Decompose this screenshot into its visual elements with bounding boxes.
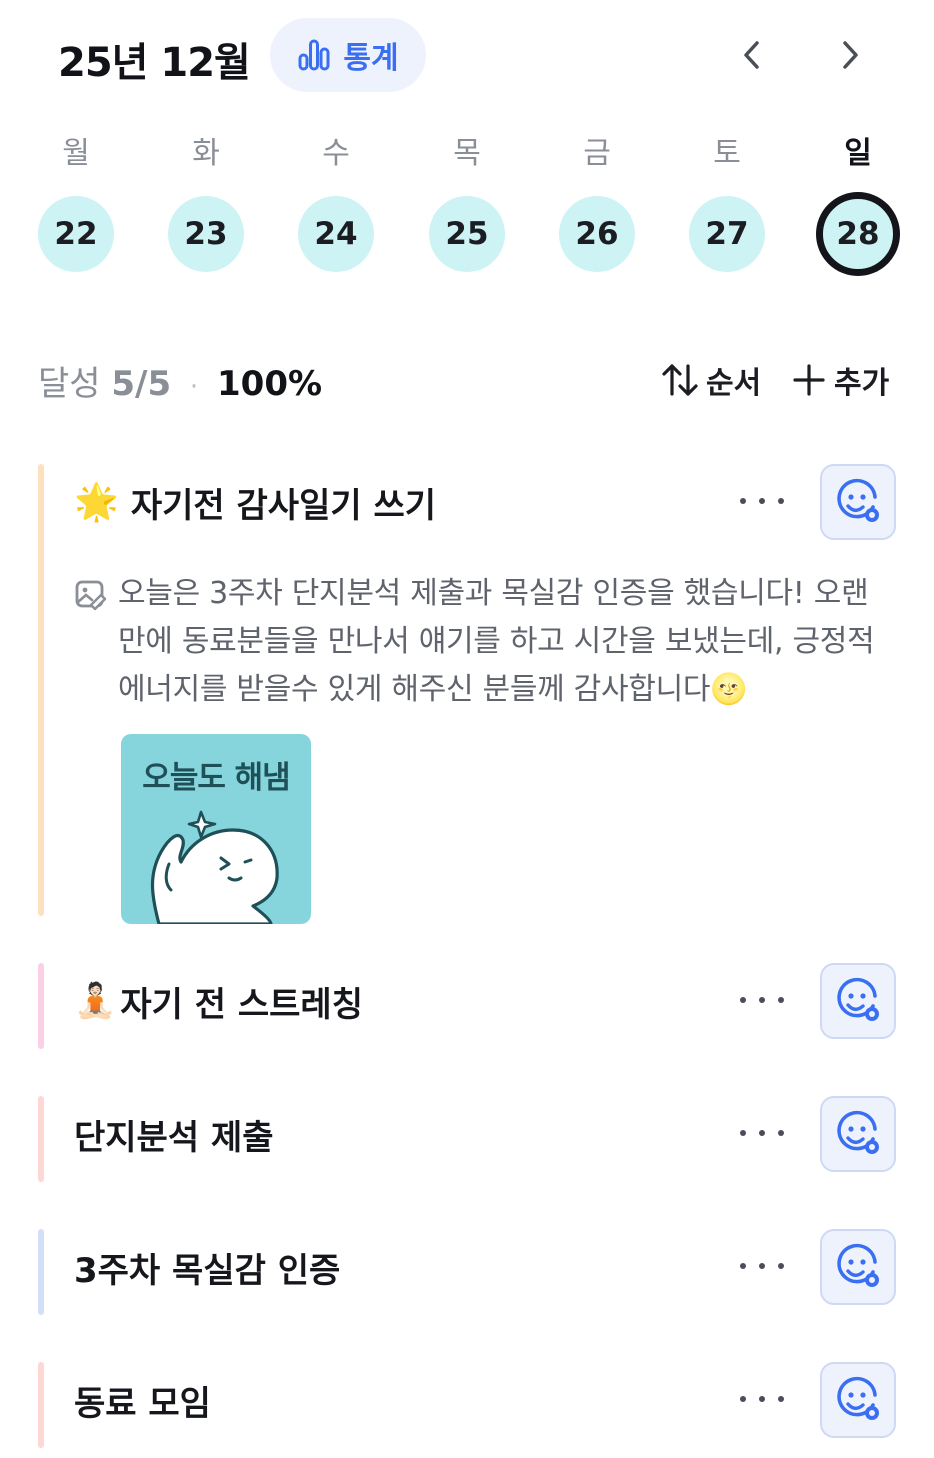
achievement-summary: 달성 5/5 · 100% xyxy=(38,356,322,405)
habit-item[interactable]: 🧘🏻 자기 전 스트레칭 xyxy=(38,963,896,1049)
habit-title: 자기 전 스트레칭 xyxy=(120,984,363,1025)
more-options-button[interactable] xyxy=(740,985,784,1015)
memo-text: 오늘은 3주차 단지분석 제출과 목실감 인증을 했습니다! 오랜만에 동료분들… xyxy=(118,576,875,707)
meditation-emoji-icon: 🧘🏻 xyxy=(74,981,117,1021)
reorder-button[interactable]: 순서 xyxy=(660,358,761,402)
habit-title: 3주차 목실감 인증 xyxy=(74,1250,341,1291)
more-options-button[interactable] xyxy=(740,1118,784,1148)
date-22[interactable]: 22 xyxy=(38,196,114,272)
habit-title: 동료 모임 xyxy=(74,1383,211,1424)
habit-color-bar xyxy=(38,1362,44,1448)
prev-month-button[interactable] xyxy=(732,35,772,75)
habit-color-bar xyxy=(38,1096,44,1182)
stats-label: 통계 xyxy=(343,41,399,76)
habit-memo[interactable]: 오늘은 3주차 단지분석 제출과 목실감 인증을 했습니다! 오랜만에 동료분들… xyxy=(74,570,882,714)
weekday-sun: 일 xyxy=(844,136,872,171)
add-label: 추가 xyxy=(834,366,890,401)
memo-photo-icon xyxy=(75,580,107,611)
date-row: 22 23 24 25 26 27 28 xyxy=(0,192,934,278)
weekday-tue: 화 xyxy=(192,136,220,171)
add-reaction-button[interactable] xyxy=(820,1096,896,1172)
star-emoji-icon: 🌟 xyxy=(74,482,119,523)
date-28-selected[interactable]: 28 xyxy=(816,192,900,276)
habit-item[interactable]: 3주차 목실감 인증 xyxy=(38,1229,896,1315)
habit-color-bar xyxy=(38,963,44,1049)
more-options-button[interactable] xyxy=(740,1251,784,1281)
reorder-label: 순서 xyxy=(706,366,762,401)
memo-sticker-image[interactable]: 오늘도 해냄 xyxy=(121,734,311,924)
weekday-fri: 금 xyxy=(583,136,611,171)
habit-item[interactable]: 🌟 자기전 감사일기 쓰기 오늘은 3주차 단지분석 제출과 목실감 인증을 했… xyxy=(38,464,896,924)
smiley-add-icon xyxy=(837,478,879,522)
smiley-add-icon xyxy=(837,1110,879,1154)
achievement-percent: 100% xyxy=(217,364,323,404)
smiley-add-icon xyxy=(837,1376,879,1420)
habit-color-bar xyxy=(38,1229,44,1315)
date-24[interactable]: 24 xyxy=(298,196,374,272)
plus-icon xyxy=(793,364,825,396)
weekday-thu: 목 xyxy=(453,136,481,171)
habit-color-bar xyxy=(38,464,44,916)
add-reaction-button[interactable] xyxy=(820,464,896,540)
achievement-count: 5/5 xyxy=(111,364,172,404)
add-reaction-button[interactable] xyxy=(820,963,896,1039)
sticker-character-icon xyxy=(150,810,279,924)
smiley-add-icon xyxy=(837,1243,879,1287)
habit-title: 자기전 감사일기 쓰기 xyxy=(130,485,437,526)
weekday-sat: 토 xyxy=(713,136,741,171)
date-26[interactable]: 26 xyxy=(559,196,635,272)
chevron-right-icon xyxy=(843,41,858,69)
chevron-left-icon xyxy=(744,41,759,69)
month-title[interactable]: 25년 12월 xyxy=(58,30,251,88)
bar-chart-icon xyxy=(298,39,330,71)
next-month-button[interactable] xyxy=(830,35,870,75)
stats-button[interactable]: 통계 xyxy=(270,18,426,92)
date-25[interactable]: 25 xyxy=(429,196,505,272)
weekday-row: 월 화 수 목 금 토 일 xyxy=(0,128,934,178)
add-reaction-button[interactable] xyxy=(820,1362,896,1438)
habit-title: 단지분석 제출 xyxy=(74,1117,274,1158)
achievement-label: 달성 xyxy=(38,364,101,404)
sort-arrows-icon xyxy=(662,364,698,396)
smiley-add-icon xyxy=(837,977,879,1021)
header: 25년 12월 통계 xyxy=(0,0,934,110)
date-23[interactable]: 23 xyxy=(168,196,244,272)
date-27[interactable]: 27 xyxy=(689,196,765,272)
weekday-wed: 수 xyxy=(322,136,350,171)
more-options-button[interactable] xyxy=(740,486,784,516)
add-habit-button[interactable]: 추가 xyxy=(792,358,889,402)
summary-separator: · xyxy=(189,372,199,402)
weekday-mon: 월 xyxy=(62,136,90,171)
more-options-button[interactable] xyxy=(740,1384,784,1414)
habit-item[interactable]: 단지분석 제출 xyxy=(38,1096,896,1182)
add-reaction-button[interactable] xyxy=(820,1229,896,1305)
habit-item[interactable]: 동료 모임 xyxy=(38,1362,896,1448)
